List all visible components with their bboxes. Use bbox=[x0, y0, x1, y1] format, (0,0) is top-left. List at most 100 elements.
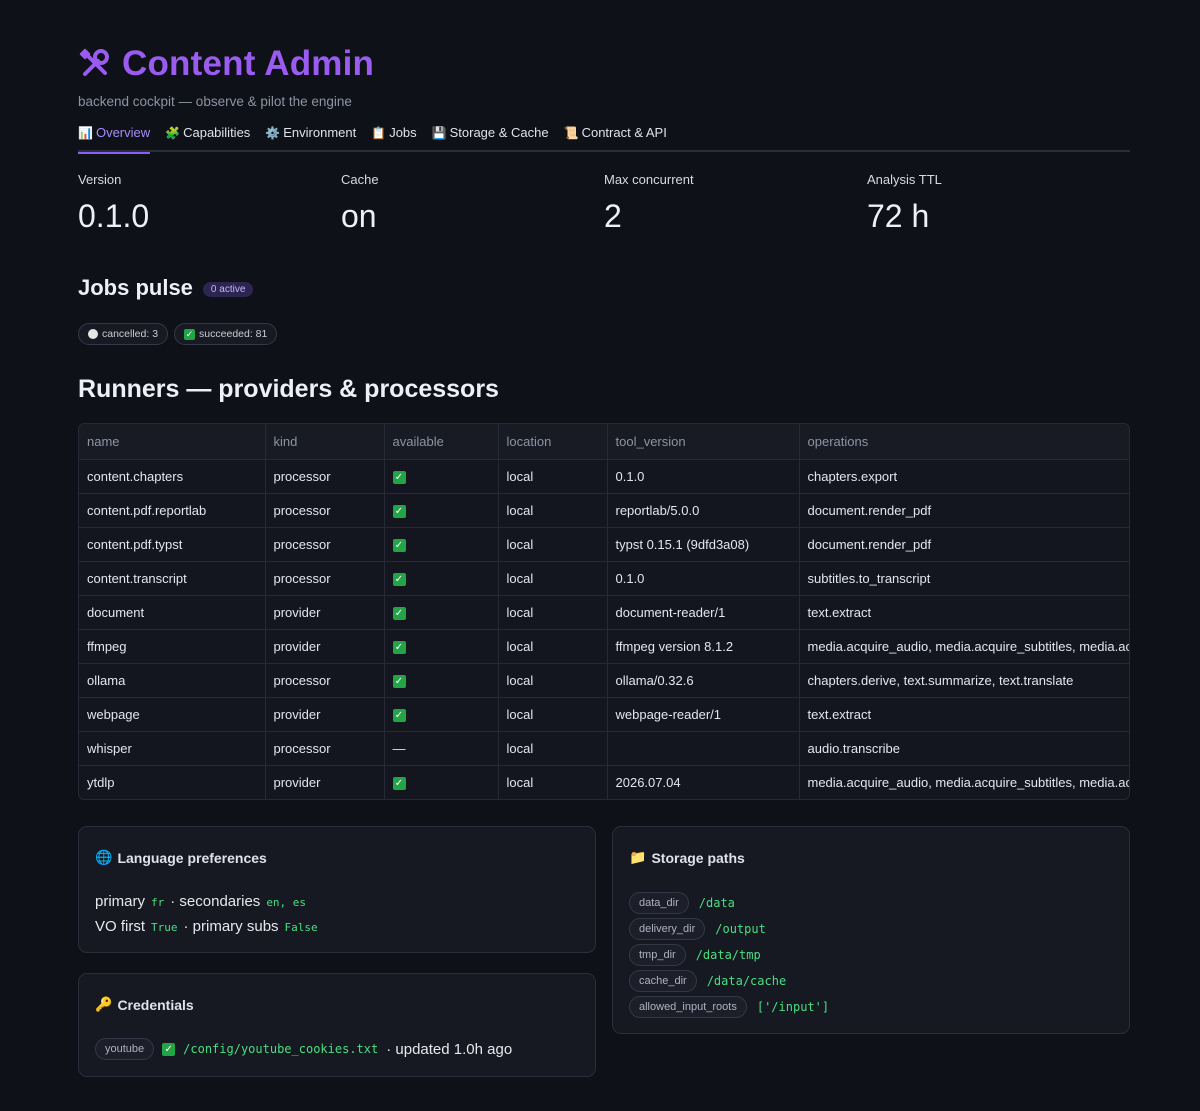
storage-path-row: tmp_dir /data/tmp bbox=[629, 944, 761, 966]
table-cell-available: ✓ bbox=[384, 459, 499, 494]
tab-jobs[interactable]: 📋 Jobs bbox=[371, 120, 416, 152]
table-cell-kind: processor bbox=[265, 493, 385, 528]
path-value: /data/cache bbox=[706, 974, 787, 988]
table-row: ollama processor ✓ local ollama/0.32.6 chapte… bbox=[79, 663, 1129, 698]
table-cell-available: ✓ bbox=[384, 697, 499, 732]
metric-value: 0.1.0 bbox=[78, 198, 150, 234]
check-mark-icon: ✓ bbox=[392, 573, 406, 586]
table-cell-tool_version: ffmpeg version 8.1.2 bbox=[607, 629, 800, 664]
table-cell-operations: document.render_pdf bbox=[799, 493, 1129, 528]
table-cell-location: local bbox=[498, 731, 608, 766]
tab-overview[interactable]: 📊 Overview bbox=[78, 120, 151, 154]
table-cell-operations: text.extract bbox=[799, 697, 1129, 732]
tab-label: Overview bbox=[95, 125, 151, 140]
table-cell-operations: text.extract bbox=[799, 595, 1129, 630]
check-mark-icon: ✓ bbox=[392, 607, 406, 620]
table-cell-kind: processor bbox=[265, 459, 385, 494]
check-mark-icon: ✓ bbox=[392, 709, 406, 722]
tab-contract-api[interactable]: 📜 Contract & API bbox=[564, 120, 667, 152]
table-cell-available: ✓ bbox=[384, 663, 499, 698]
table-header-row: name kind available location tool_versio… bbox=[79, 424, 1129, 460]
storage-path-row: data_dir /data bbox=[629, 892, 735, 914]
floppy-disk-icon: 💾 bbox=[431, 126, 447, 140]
check-mark-icon: ✓ bbox=[392, 471, 406, 484]
metric-label: Cache bbox=[341, 172, 379, 187]
table-row: ytdlp provider ✓ local 2026.07.04 media.acqui… bbox=[79, 765, 1129, 799]
column-header[interactable]: operations bbox=[799, 424, 1129, 460]
runners-table: name kind available location tool_versio… bbox=[78, 423, 1130, 800]
table-cell-kind: processor bbox=[265, 527, 385, 562]
check-mark-icon: ✓ bbox=[392, 539, 406, 552]
tab-capabilities[interactable]: 🧩 Capabilities bbox=[165, 120, 250, 152]
table-cell-kind: provider bbox=[265, 697, 385, 732]
metric-label: Analysis TTL bbox=[867, 172, 942, 187]
tools-icon bbox=[79, 48, 109, 76]
credentials-card: 🔑 Credentials youtube ✓ /config/youtube_… bbox=[78, 973, 596, 1077]
column-header[interactable]: tool_version bbox=[607, 424, 800, 460]
metric-version: Version 0.1.0 bbox=[78, 172, 341, 235]
table-cell-tool_version: ollama/0.32.6 bbox=[607, 663, 800, 698]
column-header[interactable]: available bbox=[384, 424, 499, 460]
check-mark-icon: ✓ bbox=[392, 777, 406, 791]
primary-label: primary bbox=[95, 893, 146, 910]
card-title: 📁 Storage paths bbox=[629, 849, 745, 866]
cancelled-count: cancelled: 3 bbox=[102, 328, 159, 340]
tab-storage-cache[interactable]: 💾 Storage & Cache bbox=[432, 120, 549, 152]
check-mark-icon: ✓ bbox=[184, 328, 196, 340]
table-row: document provider ✓ local document-reader/1 t… bbox=[79, 595, 1129, 630]
vo-line: VO first True · primary subs False bbox=[95, 918, 318, 935]
check-mark-icon: ✓ bbox=[392, 641, 406, 654]
table-cell-name: ollama bbox=[79, 663, 266, 698]
folder-icon: 📁 bbox=[629, 849, 647, 865]
card-title: 🔑 Credentials bbox=[95, 996, 194, 1013]
job-status-pills: cancelled: 3 ✓ succeeded: 81 bbox=[78, 323, 278, 345]
table-cell-kind: provider bbox=[265, 765, 385, 799]
credential-updated: · updated 1.0h ago bbox=[386, 1040, 513, 1058]
table-row: webpage provider ✓ local webpage-reader/1 tex… bbox=[79, 697, 1129, 732]
card-title-text: Credentials bbox=[117, 996, 194, 1013]
table-cell-location: local bbox=[498, 595, 608, 630]
path-key: data_dir bbox=[629, 892, 689, 914]
storage-path-row: allowed_input_roots ['/input'] bbox=[629, 996, 829, 1018]
column-header[interactable]: kind bbox=[265, 424, 385, 460]
table-row: content.pdf.typst processor ✓ local typst 0.… bbox=[79, 527, 1129, 562]
column-header[interactable]: location bbox=[498, 424, 608, 460]
tab-label: Contract & API bbox=[581, 125, 667, 140]
table-cell-kind: processor bbox=[265, 561, 385, 596]
table-cell-operations: chapters.export bbox=[799, 459, 1129, 494]
table-cell-tool_version: 2026.07.04 bbox=[607, 765, 800, 799]
bar-chart-icon: 📊 bbox=[78, 126, 93, 140]
page-subtitle: backend cockpit — observe & pilot the en… bbox=[78, 94, 352, 109]
path-key: cache_dir bbox=[629, 970, 697, 992]
table-cell-location: local bbox=[498, 697, 608, 732]
path-value: ['/input'] bbox=[756, 1000, 830, 1014]
path-value: /output bbox=[715, 922, 766, 936]
table-row: content.pdf.reportlab processor ✓ local repo… bbox=[79, 493, 1129, 528]
table-cell-available: ✓ bbox=[384, 595, 499, 630]
tab-bar: 📊 Overview 🧩 Capabilities ⚙️ Environment… bbox=[78, 120, 1130, 154]
primary-language-line: primary fr · secondaries en, es bbox=[95, 893, 306, 910]
table-cell-name: webpage bbox=[79, 697, 266, 732]
subs-value: False bbox=[284, 921, 318, 934]
table-cell-available: — bbox=[384, 731, 499, 766]
vo-label: VO first bbox=[95, 918, 146, 935]
metric-max-concurrent: Max concurrent 2 bbox=[604, 172, 867, 235]
table-cell-tool_version: 0.1.0 bbox=[607, 459, 800, 494]
table-cell-name: content.chapters bbox=[79, 459, 266, 494]
metrics-row: Version 0.1.0 Cache on Max concurrent 2 … bbox=[78, 172, 1130, 235]
card-title: 🌐 Language preferences bbox=[95, 849, 267, 866]
table-cell-available: ✓ bbox=[384, 527, 499, 562]
tab-environment[interactable]: ⚙️ Environment bbox=[265, 120, 356, 152]
table-cell-location: local bbox=[498, 765, 608, 799]
column-header[interactable]: name bbox=[79, 424, 266, 460]
credential-row: youtube ✓ /config/youtube_cookies.txt · … bbox=[95, 1038, 512, 1060]
table-cell-location: local bbox=[498, 561, 608, 596]
tab-label: Storage & Cache bbox=[449, 125, 549, 140]
table-cell-kind: provider bbox=[265, 595, 385, 630]
table-cell-operations: subtitles.to_transcript bbox=[799, 561, 1129, 596]
card-title-text: Storage paths bbox=[651, 849, 745, 866]
clipboard-icon: 📋 bbox=[371, 126, 387, 140]
succeeded-count: succeeded: 81 bbox=[199, 328, 268, 340]
tab-label: Capabilities bbox=[183, 125, 251, 140]
table-cell-available: ✓ bbox=[384, 561, 499, 596]
